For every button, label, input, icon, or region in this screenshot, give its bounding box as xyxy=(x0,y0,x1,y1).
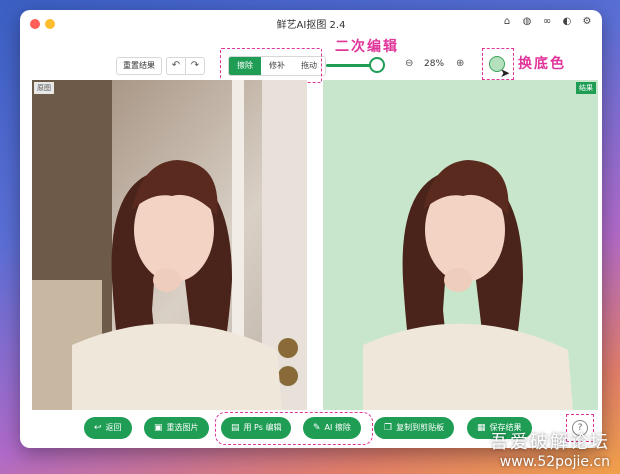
zoom-out-icon[interactable]: ⊖ xyxy=(405,58,413,69)
eraser-icon: ✎ xyxy=(313,423,321,433)
back-icon: ↩ xyxy=(94,423,102,433)
reset-result-button[interactable]: 重置结果 xyxy=(116,57,162,75)
app-window: 鲜艺AI抠图 2.4 ⌂ ◍ ∞ ◐ ⚙ 重置结果 ↶ ↷ 擦除 修补 拖动 二… xyxy=(20,10,602,448)
watermark: 吾爱破解论坛 www.52pojie.cn xyxy=(490,432,610,470)
ai-erase-button[interactable]: ✎ AI 擦除 xyxy=(303,417,361,439)
reselect-image-button[interactable]: ▣ 重选图片 xyxy=(144,417,209,439)
result-image-panel: 结果 xyxy=(323,80,598,410)
cursor-icon: ➤ xyxy=(500,66,511,80)
contrast-icon[interactable]: ◐ xyxy=(560,15,574,29)
link-icon[interactable]: ∞ xyxy=(540,15,554,29)
save-icon: ▦ xyxy=(477,423,486,433)
toolbar: 重置结果 ↶ ↷ 擦除 修补 拖动 二次编辑 ⊖ 28% ⊕ ➤ 换底色 xyxy=(20,36,602,83)
globe-icon[interactable]: ◍ xyxy=(520,15,534,29)
original-image-panel: 原图 xyxy=(32,80,307,410)
annotation-edit: 二次编辑 xyxy=(335,39,399,55)
gear-icon[interactable]: ⚙ xyxy=(580,15,594,29)
zoom-in-icon[interactable]: ⊕ xyxy=(456,58,464,69)
result-tag: 结果 xyxy=(576,82,596,94)
annotation-change-bg: 换底色 xyxy=(518,56,566,72)
copy-icon: ❐ xyxy=(384,423,393,433)
copy-to-clipboard-button[interactable]: ❐ 复制到剪贴板 xyxy=(374,417,455,439)
original-tag: 原图 xyxy=(34,82,54,94)
undo-icon[interactable]: ↶ xyxy=(166,57,186,75)
annotation-box-modes xyxy=(220,48,322,83)
result-photo xyxy=(363,160,573,410)
image-icon: ▣ xyxy=(154,423,163,433)
ps-icon: ▤ xyxy=(231,423,240,433)
zoom-level: 28% xyxy=(424,59,445,69)
redo-icon[interactable]: ↷ xyxy=(185,57,205,75)
edit-in-ps-button[interactable]: ▤ 用 Ps 编辑 xyxy=(221,417,292,439)
brush-size-handle[interactable] xyxy=(369,57,385,73)
titlebar: 鲜艺AI抠图 2.4 ⌂ ◍ ∞ ◐ ⚙ xyxy=(20,10,602,36)
back-button[interactable]: ↩ 返回 xyxy=(84,417,132,439)
original-photo xyxy=(32,80,307,410)
home-icon[interactable]: ⌂ xyxy=(500,15,514,29)
